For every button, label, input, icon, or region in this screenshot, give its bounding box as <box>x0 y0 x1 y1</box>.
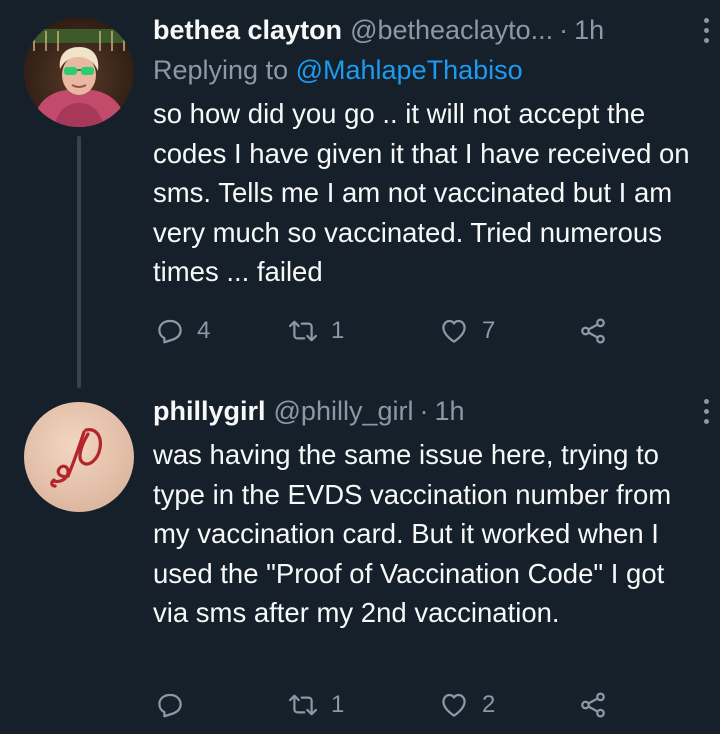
tweet[interactable]: phillygirl @philly_girl · 1h was having … <box>0 385 720 734</box>
replying-to: Replying to @MahlapeThabiso <box>153 52 700 88</box>
retweet-count: 1 <box>331 691 345 718</box>
reply-button[interactable] <box>155 687 197 723</box>
timestamp[interactable]: 1h <box>574 12 604 48</box>
author-name[interactable]: phillygirl <box>153 393 266 429</box>
timestamp[interactable]: 1h <box>434 393 464 429</box>
reply-thread: bethea clayton @betheaclayto... · 1h Rep… <box>0 0 720 734</box>
replying-to-mention[interactable]: @MahlapeThabiso <box>296 55 523 85</box>
author-handle[interactable]: @betheaclayto... <box>350 12 553 48</box>
separator-dot: · <box>419 396 429 426</box>
heart-icon <box>442 693 466 717</box>
share-button[interactable] <box>577 313 609 349</box>
retweet-button[interactable]: 1 <box>287 313 344 349</box>
separator-dot: · <box>559 15 569 45</box>
share-icon <box>581 318 605 344</box>
tweet-text: so how did you go .. it will not accept … <box>153 98 690 287</box>
author-name[interactable]: bethea clayton <box>153 12 342 48</box>
share-button[interactable] <box>577 687 609 723</box>
reply-icon <box>158 319 182 344</box>
retweet-icon <box>288 320 318 342</box>
reply-icon <box>158 693 182 718</box>
tweet-content: phillygirl @philly_girl · 1h was having … <box>153 393 700 633</box>
tweet-content: bethea clayton @betheaclayto... · 1h Rep… <box>153 12 700 292</box>
tweet-actions: 4 1 7 <box>153 313 633 349</box>
reply-button[interactable]: 4 <box>155 313 210 349</box>
reply-count: 4 <box>197 317 211 344</box>
thread-line <box>77 136 81 388</box>
like-button[interactable]: 7 <box>438 313 495 349</box>
replying-to-label: Replying to <box>153 55 289 85</box>
tweet-text: was having the same issue here, trying t… <box>153 439 672 628</box>
like-button[interactable]: 2 <box>438 687 495 723</box>
tweet-header: phillygirl @philly_girl · 1h <box>153 393 700 429</box>
like-count: 7 <box>482 317 496 344</box>
author-handle[interactable]: @philly_girl <box>274 393 414 429</box>
like-count: 2 <box>482 691 496 718</box>
more-vertical-icon[interactable] <box>694 393 718 429</box>
tweet-actions: 1 2 <box>153 687 633 723</box>
tweet-header: bethea clayton @betheaclayto... · 1h <box>153 12 700 48</box>
retweet-button[interactable]: 1 <box>287 687 344 723</box>
more-vertical-icon[interactable] <box>694 12 718 48</box>
retweet-count: 1 <box>331 317 345 344</box>
retweet-icon <box>288 694 318 716</box>
tweet[interactable]: bethea clayton @betheaclayto... · 1h Rep… <box>0 0 720 388</box>
share-icon <box>581 692 605 718</box>
heart-icon <box>442 319 466 343</box>
avatar[interactable] <box>24 17 134 127</box>
avatar[interactable] <box>24 402 134 512</box>
